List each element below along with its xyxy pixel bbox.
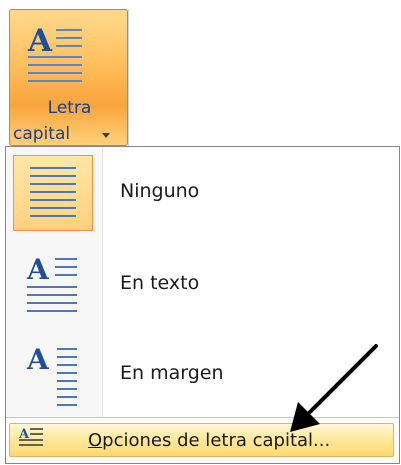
drop-cap-options-icon: A — [18, 427, 43, 446]
svg-text:A: A — [26, 343, 50, 376]
drop-cap-button[interactable]: A Letra capital — [9, 9, 128, 146]
pointer-arrow-icon — [290, 344, 378, 432]
svg-text:A: A — [27, 23, 53, 59]
drop-cap-label-line2: capital — [13, 124, 71, 144]
drop-cap-label-line1: Letra — [47, 98, 92, 118]
drop-cap-in-margin-icon: A — [13, 337, 93, 413]
menu-item-in-margin-label: En margen — [120, 362, 224, 384]
drop-cap-in-text-icon: A — [13, 247, 93, 323]
chevron-down-icon — [102, 133, 110, 138]
accelerator-key: O — [88, 430, 103, 451]
menu-item-in-text[interactable]: A En texto — [6, 239, 399, 331]
menu-item-in-text-label: En texto — [120, 272, 200, 294]
svg-text:A: A — [26, 253, 50, 286]
ribbon-group-divider — [128, 9, 129, 146]
drop-cap-icon: A — [27, 23, 82, 82]
menu-item-none-label: Ninguno — [120, 180, 200, 202]
drop-cap-none-icon — [13, 155, 93, 231]
menu-item-none[interactable]: Ninguno — [6, 147, 399, 239]
